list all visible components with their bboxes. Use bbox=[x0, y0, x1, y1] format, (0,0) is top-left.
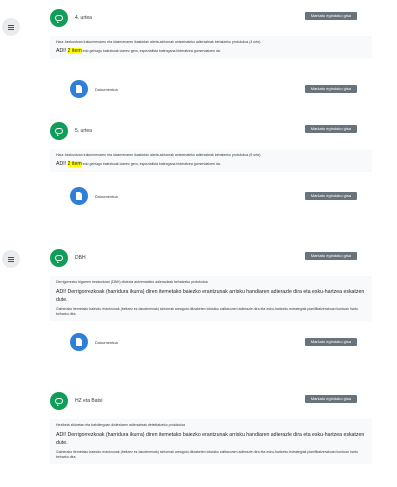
activity-header: 4. urtea Markatu egindako gisa bbox=[50, 7, 372, 29]
drawer-toggle-icon bbox=[8, 256, 14, 262]
activity-title[interactable]: HZ eta Batxi bbox=[75, 398, 103, 404]
activity-forum-hz-eta-batxi: HZ eta Batxi Markatu egindako gisa Hezik… bbox=[50, 390, 372, 464]
highlighted-item-count: 2 item bbox=[67, 48, 82, 54]
resource-title[interactable]: Dokumentua bbox=[95, 340, 118, 345]
description-text: Derrigorrezko bigarren hezkuntzan (DBH) … bbox=[56, 280, 209, 284]
activity-description: Derrigorrezko bigarren hezkuntzan (DBH) … bbox=[50, 276, 372, 321]
course-index-toggle[interactable] bbox=[2, 250, 20, 268]
activity-header: DBH Markatu egindako gisa bbox=[50, 247, 372, 269]
activity-forum-4-urtea: 4. urtea Markatu egindako gisa Haur-hezk… bbox=[50, 7, 372, 99]
activity-description: Heziketa zikloetan eta batxilergoan disl… bbox=[50, 419, 372, 464]
description-text: Heziketa zikloetan eta batxilergoan disl… bbox=[56, 423, 185, 427]
activity-title[interactable]: DBH bbox=[75, 255, 86, 261]
mark-done-button[interactable]: Markatu egindako gisa bbox=[304, 85, 357, 93]
activity-description: Haur-hezkuntzan irakurmenaren eta idazme… bbox=[50, 36, 372, 59]
alert-text: ADI! Derrigorrezkoak (harridura ikurra) … bbox=[56, 432, 365, 446]
document-icon[interactable] bbox=[70, 187, 88, 205]
activity-header: HZ eta Batxi Markatu egindako gisa bbox=[50, 390, 372, 412]
alert-text: ADI! 2 item edo gehiago baiezkoak izanez… bbox=[56, 48, 221, 54]
activity-description: Haur-hezkuntzan irakurmenaren eta idazme… bbox=[50, 149, 372, 172]
mark-done-button[interactable]: Markatu egindako gisa bbox=[304, 252, 357, 260]
document-icon[interactable] bbox=[70, 333, 88, 351]
resource-title[interactable]: Dokumentua bbox=[95, 194, 118, 199]
activity-title[interactable]: 4. urtea bbox=[75, 15, 92, 21]
forum-chat-icon[interactable] bbox=[50, 392, 68, 410]
alert-text: ADI! Derrigorrezkoak (harridura ikurra) … bbox=[56, 289, 365, 303]
resource-title[interactable]: Dokumentua bbox=[95, 87, 118, 92]
alert-text: ADI! 2 item edo gehiago baiezkoak izanez… bbox=[56, 161, 221, 167]
activity-header: 5. urtea Markatu egindako gisa bbox=[50, 120, 372, 142]
description-text: Haur-hezkuntzan irakurmenaren eta idazme… bbox=[56, 40, 262, 44]
mark-done-button[interactable]: Markatu egindako gisa bbox=[304, 192, 357, 200]
resource-row: Dokumentua Markatu egindako gisa bbox=[50, 332, 372, 352]
forum-chat-icon[interactable] bbox=[50, 9, 68, 27]
note-text: Gainerako itemetako baiezko erantzunak (… bbox=[56, 450, 358, 459]
mark-done-button[interactable]: Markatu egindako gisa bbox=[304, 338, 357, 346]
forum-chat-icon[interactable] bbox=[50, 122, 68, 140]
resource-row: Dokumentua Markatu egindako gisa bbox=[50, 186, 372, 206]
document-icon[interactable] bbox=[70, 80, 88, 98]
activity-forum-dbh: DBH Markatu egindako gisa Derrigorrezko … bbox=[50, 247, 372, 352]
mark-done-button[interactable]: Markatu egindako gisa bbox=[304, 125, 357, 133]
resource-row: Dokumentua Markatu egindako gisa bbox=[50, 79, 372, 99]
highlighted-item-count: 2 item bbox=[67, 161, 82, 167]
note-text: Gainerako itemetako baiezko erantzunak (… bbox=[56, 307, 358, 316]
activity-title[interactable]: 5. urtea bbox=[75, 128, 92, 134]
drawer-toggle-icon bbox=[8, 24, 14, 30]
activity-forum-5-urtea: 5. urtea Markatu egindako gisa Haur-hezk… bbox=[50, 120, 372, 206]
course-index-toggle[interactable] bbox=[2, 18, 20, 36]
mark-done-button[interactable]: Markatu egindako gisa bbox=[304, 395, 357, 403]
mark-done-button[interactable]: Markatu egindako gisa bbox=[304, 12, 357, 20]
description-text: Haur-hezkuntzan irakurmenaren eta idazme… bbox=[56, 153, 262, 157]
forum-chat-icon[interactable] bbox=[50, 249, 68, 267]
